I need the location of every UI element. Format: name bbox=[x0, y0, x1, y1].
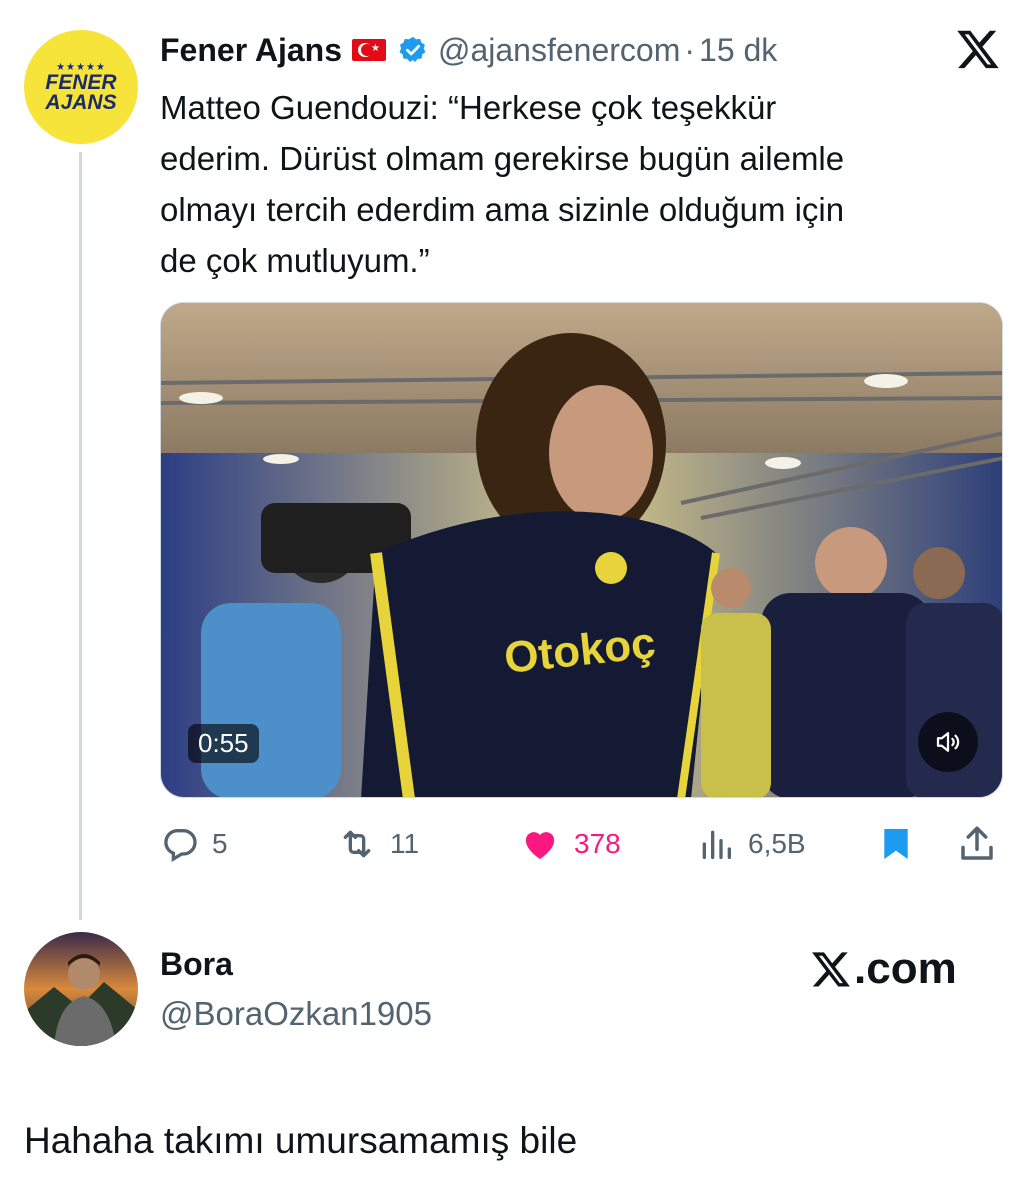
repost-button[interactable]: 11 bbox=[336, 816, 419, 872]
video-frame: Otokoç bbox=[161, 303, 1002, 797]
bookmark-filled-icon bbox=[884, 829, 908, 859]
video-player[interactable]: Otokoç bbox=[160, 302, 1003, 798]
bookmark-button[interactable] bbox=[876, 816, 928, 872]
like-count: 378 bbox=[574, 828, 621, 859]
turkey-flag-icon: ★ bbox=[351, 39, 386, 61]
tweet-text: Matteo Guendouzi: “Herkese çok teşekkür … bbox=[160, 89, 845, 279]
repost-count: 11 bbox=[390, 828, 420, 859]
view-count: 6,5B bbox=[748, 828, 806, 859]
avatar-logo-text: FENER AJANS bbox=[45, 70, 117, 114]
author-handle[interactable]: @BoraOzkan1905 bbox=[160, 995, 432, 1033]
reply-text: Hahaha takımı umursamamış bile bbox=[24, 1120, 578, 1161]
share-icon bbox=[961, 826, 993, 860]
x-logo-icon bbox=[812, 952, 850, 987]
share-button[interactable] bbox=[956, 816, 1010, 872]
tweet-actions: 5 11 378 6,5B bbox=[160, 816, 1003, 872]
tweet-time[interactable]: 15 dk bbox=[699, 32, 777, 69]
bora-avatar[interactable] bbox=[24, 932, 138, 1046]
author-name[interactable]: Bora bbox=[160, 946, 233, 983]
handle[interactable]: @ajansfenercom bbox=[438, 32, 680, 69]
reply-button[interactable]: 5 bbox=[160, 816, 228, 872]
like-button[interactable]: 378 bbox=[518, 816, 621, 872]
tweet-header: Fener Ajans ★ @ajansfenercom · 15 dk bbox=[160, 28, 777, 72]
fener-ajans-avatar[interactable]: ★★★★★ FENER AJANS bbox=[24, 30, 138, 144]
profile-photo bbox=[24, 932, 138, 1046]
reply-count: 5 bbox=[212, 828, 228, 859]
video-duration: 0:55 bbox=[188, 724, 259, 763]
x-logo-icon bbox=[957, 30, 999, 69]
views-button[interactable]: 6,5B bbox=[696, 816, 806, 872]
speaker-muted-icon bbox=[936, 732, 960, 752]
heart-filled-icon bbox=[525, 832, 555, 859]
display-name[interactable]: Fener Ajans bbox=[160, 32, 342, 69]
repost-icon bbox=[343, 830, 371, 858]
analytics-icon bbox=[702, 830, 731, 859]
volume-button[interactable] bbox=[918, 712, 978, 772]
watermark-text: .com bbox=[854, 944, 957, 993]
verified-badge-icon bbox=[399, 36, 426, 62]
reply-icon bbox=[164, 829, 197, 862]
xcom-watermark: .com bbox=[810, 944, 957, 994]
separator-dot: · bbox=[684, 31, 696, 68]
thread-line bbox=[79, 152, 82, 920]
